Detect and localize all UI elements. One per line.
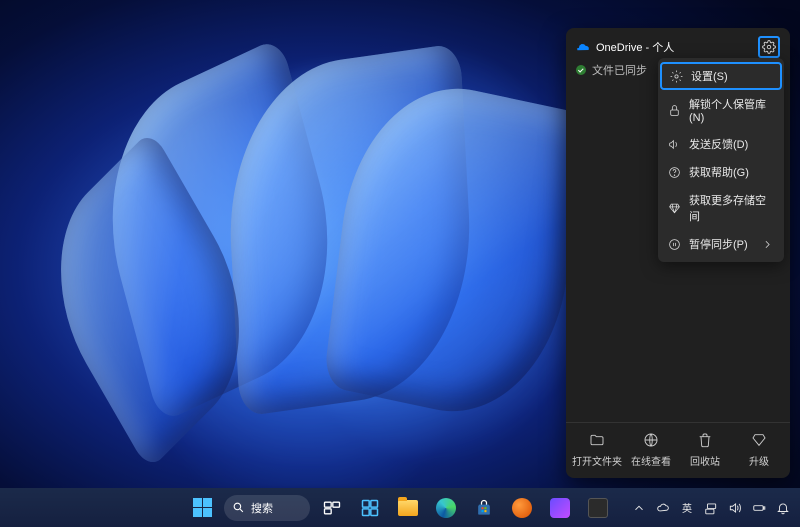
- taskbar-app-edge[interactable]: [430, 492, 462, 524]
- cloud-icon: [656, 501, 670, 515]
- taskbar-app-store[interactable]: [468, 492, 500, 524]
- menu-label: 获取帮助(G): [689, 164, 749, 180]
- app-icon: [588, 498, 608, 518]
- edge-icon: [436, 498, 456, 518]
- menu-label: 设置(S): [691, 68, 728, 84]
- flyout-footer: 打开文件夹 在线查看 回收站 升级: [566, 422, 790, 478]
- taskbar-search[interactable]: 搜索: [224, 495, 310, 521]
- flyout-title: OneDrive - 个人: [576, 39, 674, 55]
- menu-item-pause[interactable]: 暂停同步(P): [658, 230, 784, 258]
- flyout-title-text: OneDrive - 个人: [596, 39, 674, 55]
- footer-view-online[interactable]: 在线查看: [626, 431, 676, 468]
- trash-icon: [696, 431, 714, 449]
- settings-gear-button[interactable]: [758, 36, 780, 58]
- taskbar-app-explorer[interactable]: [392, 492, 424, 524]
- taskbar-tray: 英: [628, 488, 794, 527]
- menu-item-feedback[interactable]: 发送反馈(D): [658, 130, 784, 158]
- menu-label: 获取更多存储空间: [689, 192, 774, 224]
- onedrive-flyout: OneDrive - 个人 文件已同步 设置(S) 解锁个人保管库(N) 发送反…: [566, 28, 790, 478]
- sync-status-text: 文件已同步: [592, 62, 647, 78]
- tray-battery[interactable]: [748, 492, 770, 524]
- speaker-icon: [728, 501, 742, 515]
- search-label: 搜索: [251, 500, 273, 516]
- tray-notifications[interactable]: [772, 492, 794, 524]
- app-icon: [512, 498, 532, 518]
- tray-overflow[interactable]: [628, 492, 650, 524]
- footer-label: 回收站: [690, 453, 720, 468]
- chevron-right-icon: [761, 238, 774, 251]
- tray-network[interactable]: [700, 492, 722, 524]
- premium-diamond-icon: [750, 431, 768, 449]
- gear-icon: [762, 40, 776, 54]
- task-view-icon: [322, 498, 342, 518]
- pause-icon: [668, 238, 681, 251]
- tray-onedrive[interactable]: [652, 492, 674, 524]
- settings-menu: 设置(S) 解锁个人保管库(N) 发送反馈(D) 获取帮助(G) 获取更多存储空…: [658, 58, 784, 262]
- start-button[interactable]: [186, 492, 218, 524]
- menu-label: 暂停同步(P): [689, 236, 748, 252]
- store-icon: [474, 498, 494, 518]
- taskbar: 搜索 英: [0, 488, 800, 527]
- folder-icon: [588, 431, 606, 449]
- taskbar-app-generic-3[interactable]: [582, 492, 614, 524]
- premium-diamond-icon: [668, 202, 681, 215]
- file-explorer-icon: [398, 500, 418, 516]
- taskbar-app-generic-1[interactable]: [506, 492, 538, 524]
- menu-label: 解锁个人保管库(N): [689, 96, 774, 124]
- gear-icon: [670, 70, 683, 83]
- taskbar-app-generic-2[interactable]: [544, 492, 576, 524]
- menu-item-help[interactable]: 获取帮助(G): [658, 158, 784, 186]
- network-icon: [704, 501, 718, 515]
- widgets-icon: [360, 498, 380, 518]
- widgets-button[interactable]: [354, 492, 386, 524]
- chevron-up-icon: [632, 501, 646, 515]
- flyout-header: OneDrive - 个人: [566, 28, 790, 62]
- task-view-button[interactable]: [316, 492, 348, 524]
- megaphone-icon: [668, 138, 681, 151]
- tray-ime[interactable]: 英: [676, 492, 698, 524]
- tray-volume[interactable]: [724, 492, 746, 524]
- menu-item-settings[interactable]: 设置(S): [660, 62, 782, 90]
- bell-icon: [776, 501, 790, 515]
- footer-open-folder[interactable]: 打开文件夹: [572, 431, 622, 468]
- footer-recycle[interactable]: 回收站: [680, 431, 730, 468]
- footer-label: 在线查看: [631, 453, 671, 468]
- search-icon: [232, 501, 245, 514]
- app-icon: [550, 498, 570, 518]
- battery-icon: [752, 501, 766, 515]
- menu-label: 发送反馈(D): [689, 136, 748, 152]
- onedrive-cloud-icon: [576, 42, 590, 52]
- menu-item-storage[interactable]: 获取更多存储空间: [658, 186, 784, 230]
- footer-upgrade[interactable]: 升级: [734, 431, 784, 468]
- help-icon: [668, 166, 681, 179]
- windows-logo-icon: [193, 498, 212, 517]
- ime-label: 英: [682, 500, 692, 515]
- globe-icon: [642, 431, 660, 449]
- sync-ok-icon: [576, 65, 586, 75]
- lock-icon: [668, 104, 681, 117]
- footer-label: 打开文件夹: [572, 453, 622, 468]
- menu-item-unlock-vault[interactable]: 解锁个人保管库(N): [658, 90, 784, 130]
- taskbar-center: 搜索: [186, 492, 614, 524]
- footer-label: 升级: [749, 453, 769, 468]
